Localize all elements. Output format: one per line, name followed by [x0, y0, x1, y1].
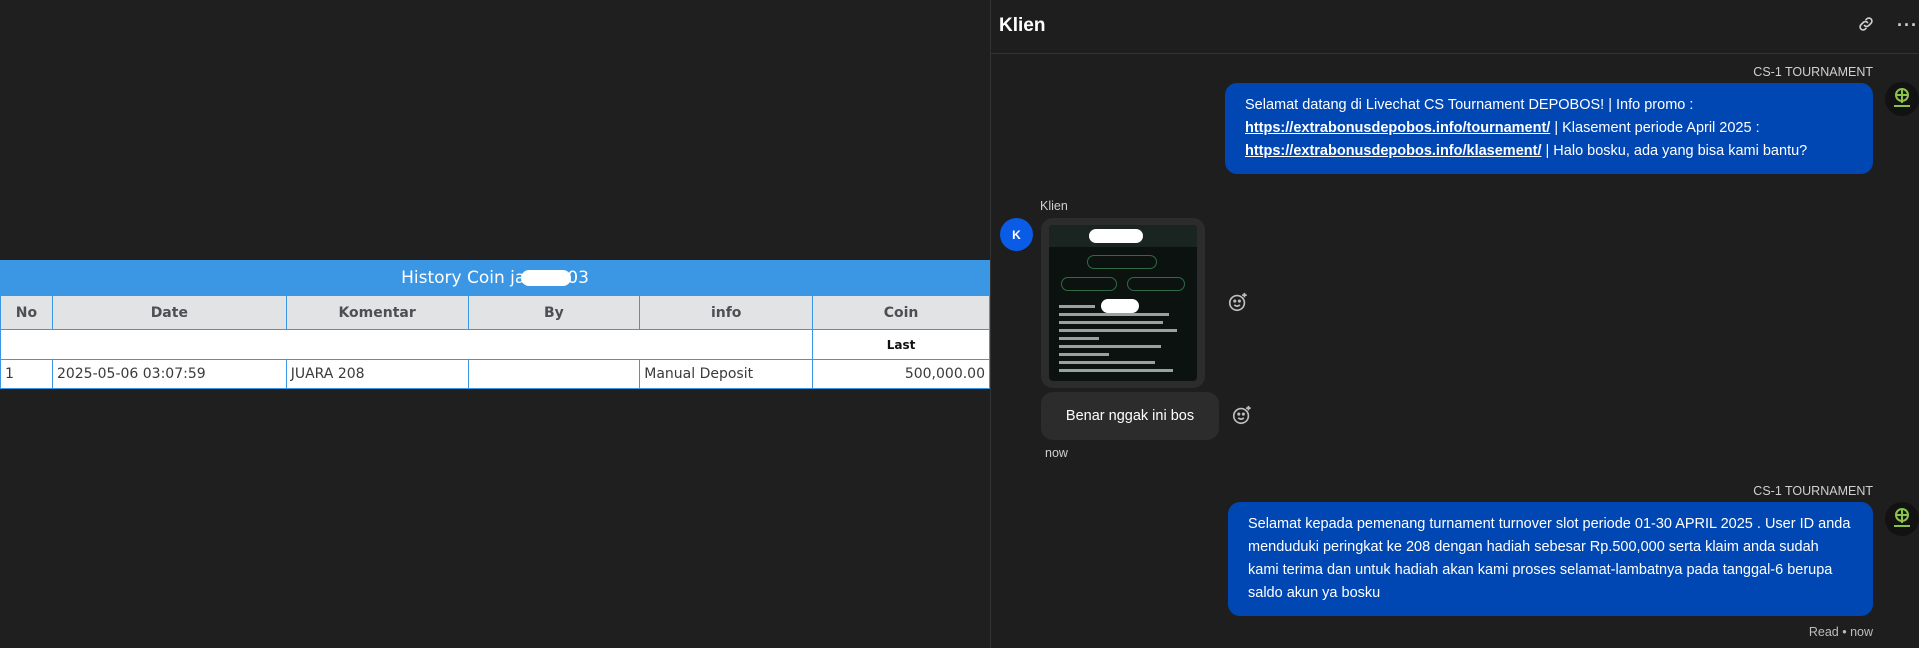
screenshot-text-line: [1059, 313, 1169, 316]
depobos-logo-icon: [1894, 88, 1910, 107]
col-info[interactable]: info: [639, 295, 814, 330]
screenshot-text-line: [1059, 353, 1109, 356]
msg-text: | Klasement periode April 2025 :: [1550, 120, 1760, 136]
msg-text: | Halo bosku, ada yang bisa kami bantu?: [1541, 143, 1808, 159]
chat-title: Klien: [999, 15, 1046, 36]
more-icon[interactable]: ···: [1897, 15, 1918, 36]
chat-header: Klien ···: [991, 0, 1919, 54]
screenshot-text-line: [1059, 329, 1177, 332]
table-header-row: No Date Komentar By info Coin: [0, 295, 990, 330]
client-name-label: Klien: [1040, 199, 1068, 213]
screenshot-text-line: [1059, 369, 1173, 372]
screenshot-text-line: [1059, 345, 1161, 348]
chat-panel: Klien ··· CS-1 TOURNAMENT Selamat datang…: [990, 0, 1919, 648]
subheader-blank: [0, 329, 814, 360]
cell-coin: 500,000.00: [812, 359, 990, 389]
screenshot-text-line: [1059, 361, 1155, 364]
agent-sender-label: CS-1 TOURNAMENT: [1753, 65, 1873, 79]
agent-sender-label: CS-1 TOURNAMENT: [1753, 484, 1873, 498]
history-coin-table: History Coin ja 03 No Date Komentar By in…: [0, 260, 990, 389]
agent-message-welcome: Selamat datang di Livechat CS Tournament…: [1225, 83, 1873, 174]
cell-info: Manual Deposit: [639, 359, 814, 389]
table-title-end: 03: [567, 268, 589, 288]
cell-by: [467, 359, 641, 389]
agent-avatar: [1885, 82, 1919, 116]
link-icon[interactable]: [1857, 15, 1875, 38]
tournament-link[interactable]: https://extrabonusdepobos.info/tournamen…: [1245, 120, 1550, 136]
client-text-message[interactable]: Benar nggak ini bos: [1041, 392, 1219, 440]
screenshot-pill: [1127, 277, 1185, 291]
table-title-start: History Coin ja: [401, 268, 526, 288]
screenshot-text-line: [1059, 321, 1163, 324]
screenshot-text-line: [1059, 305, 1095, 308]
add-reaction-icon[interactable]: [1227, 291, 1249, 313]
cell-no: 1: [0, 359, 53, 389]
add-reaction-icon[interactable]: [1231, 404, 1253, 426]
client-avatar: K: [1000, 218, 1033, 251]
col-coin[interactable]: Coin: [812, 295, 990, 330]
col-komentar[interactable]: Komentar: [285, 295, 469, 330]
history-panel: History Coin ja 03 No Date Komentar By in…: [0, 0, 990, 648]
redaction-mark: [521, 270, 572, 286]
cell-date: 2025-05-06 03:07:59: [51, 359, 287, 389]
klasement-link[interactable]: https://extrabonusdepobos.info/klasement…: [1245, 143, 1541, 159]
redaction-mark: [1101, 299, 1139, 313]
client-image-message[interactable]: [1041, 218, 1205, 388]
redaction-mark: [1089, 229, 1143, 243]
subheader-last: Last: [812, 329, 990, 360]
col-date[interactable]: Date: [51, 295, 287, 330]
depobos-logo-icon: [1894, 508, 1910, 527]
message-timestamp: now: [1045, 446, 1068, 460]
table-row[interactable]: 1 2025-05-06 03:07:59 JUARA 208 Manual D…: [0, 359, 990, 389]
screenshot-pill: [1061, 277, 1117, 291]
col-no[interactable]: No: [0, 295, 53, 330]
cell-komentar: JUARA 208: [285, 359, 469, 389]
screenshot-pill: [1087, 255, 1157, 269]
read-status: Read • now: [1808, 625, 1873, 639]
table-title: History Coin ja 03: [0, 260, 990, 296]
agent-avatar: [1885, 502, 1919, 536]
table-subheader-row: Last: [0, 329, 990, 360]
screenshot-text-line: [1059, 337, 1099, 340]
col-by[interactable]: By: [467, 295, 641, 330]
whatsapp-screenshot-image[interactable]: [1049, 225, 1197, 381]
agent-message-winner: Selamat kepada pemenang turnament turnov…: [1228, 502, 1873, 616]
msg-text: Selamat datang di Livechat CS Tournament…: [1245, 97, 1694, 113]
